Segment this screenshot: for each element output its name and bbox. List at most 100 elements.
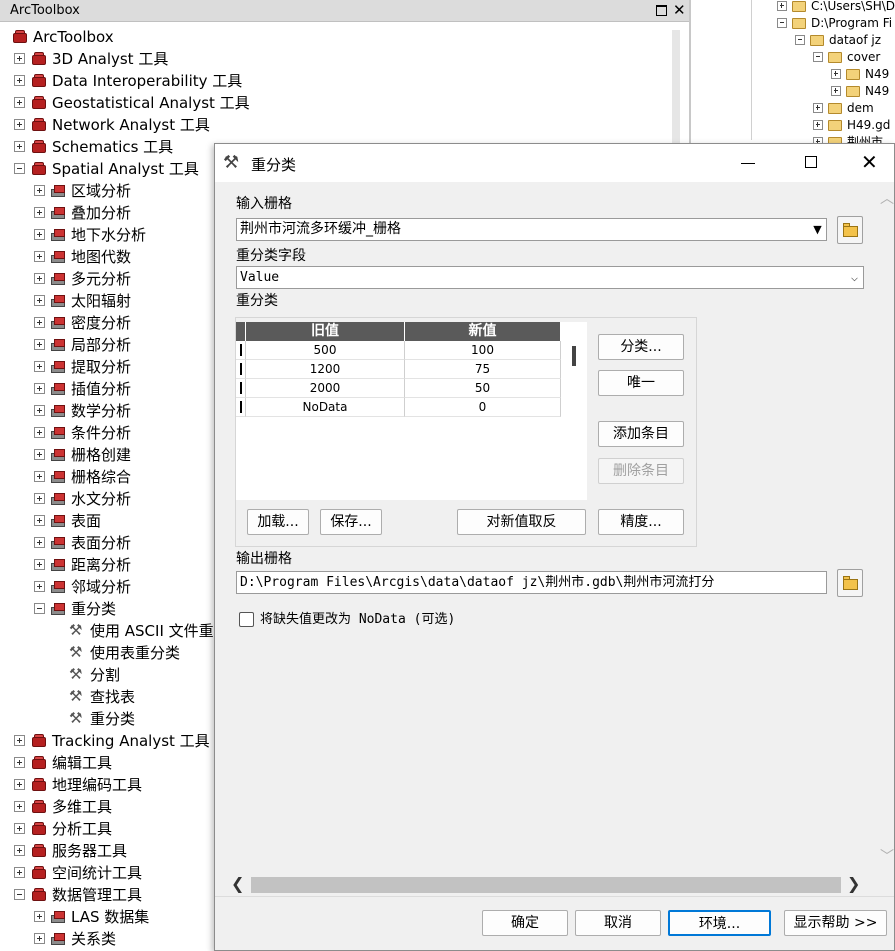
expand-plus-icon[interactable]: [777, 1, 787, 11]
old-value-cell[interactable]: NoData: [246, 398, 405, 417]
expand-plus-icon[interactable]: [34, 449, 45, 460]
catalog-splitter[interactable]: [751, 0, 752, 140]
collapse-minus-icon[interactable]: [795, 35, 805, 45]
minimize-icon[interactable]: [741, 163, 755, 164]
reverse-new-values-button[interactable]: 对新值取反: [457, 509, 586, 535]
scroll-right-icon[interactable]: ❯: [847, 874, 860, 893]
table-scroll-thumb[interactable]: [572, 346, 576, 366]
expand-plus-icon[interactable]: [14, 779, 25, 790]
expand-plus-icon[interactable]: [14, 97, 25, 108]
dropdown-arrow-icon[interactable]: ▼: [809, 219, 826, 240]
close-icon[interactable]: ✕: [673, 1, 686, 19]
expand-plus-icon[interactable]: [14, 119, 25, 130]
load-button[interactable]: 加载...: [247, 509, 309, 535]
toolbox-item[interactable]: Data Interoperability 工具: [0, 70, 689, 92]
row-selector[interactable]: [236, 398, 246, 417]
row-selector[interactable]: [236, 341, 246, 360]
header-new-value[interactable]: 新值: [405, 322, 561, 341]
expand-plus-icon[interactable]: [14, 823, 25, 834]
table-scrollbar[interactable]: [562, 322, 587, 500]
collapse-minus-icon[interactable]: [777, 18, 787, 28]
expand-plus-icon[interactable]: [14, 141, 25, 152]
old-value-cell[interactable]: 1200: [246, 360, 405, 379]
expand-plus-icon[interactable]: [34, 493, 45, 504]
expand-plus-icon[interactable]: [831, 86, 841, 96]
horizontal-scroll-thumb[interactable]: [251, 877, 841, 893]
expand-plus-icon[interactable]: [34, 515, 45, 526]
toolbox-item[interactable]: 3D Analyst 工具: [0, 48, 689, 70]
expand-plus-icon[interactable]: [34, 933, 45, 944]
expand-plus-icon[interactable]: [34, 207, 45, 218]
row-selector[interactable]: [236, 379, 246, 398]
expand-plus-icon[interactable]: [14, 75, 25, 86]
expand-plus-icon[interactable]: [34, 361, 45, 372]
output-raster-input[interactable]: D:\Program Files\Arcgis\data\dataof jz\荆…: [236, 571, 827, 594]
expand-plus-icon[interactable]: [14, 867, 25, 878]
expand-plus-icon[interactable]: [34, 251, 45, 262]
expand-plus-icon[interactable]: [34, 427, 45, 438]
toolbox-item[interactable]: Network Analyst 工具: [0, 114, 689, 136]
reclass-field-select[interactable]: Value ⌵: [236, 266, 864, 289]
toolbox-item[interactable]: Geostatistical Analyst 工具: [0, 92, 689, 114]
expand-plus-icon[interactable]: [831, 69, 841, 79]
scroll-down-icon[interactable]: ﹀: [880, 846, 894, 866]
precision-button[interactable]: 精度...: [598, 509, 684, 535]
expand-plus-icon[interactable]: [14, 845, 25, 856]
save-button[interactable]: 保存...: [320, 509, 382, 535]
show-help-button[interactable]: 显示帮助 >>: [784, 910, 887, 936]
float-window-icon[interactable]: [656, 5, 667, 16]
dialog-titlebar[interactable]: ⚒ 重分类 ✕: [215, 144, 894, 182]
new-value-cell[interactable]: 100: [405, 341, 561, 360]
toolbox-item[interactable]: ArcToolbox: [0, 26, 689, 48]
nodata-checkbox-label[interactable]: 将缺失值更改为 NoData (可选): [260, 611, 455, 629]
chevron-down-icon[interactable]: ⌵: [846, 267, 863, 288]
header-old-value[interactable]: 旧值: [246, 322, 405, 341]
add-entry-button[interactable]: 添加条目: [598, 421, 684, 447]
expand-plus-icon[interactable]: [34, 295, 45, 306]
nodata-checkbox[interactable]: [239, 612, 254, 627]
dialog-vertical-scrollbar[interactable]: ︿ ﹀: [880, 182, 894, 872]
close-icon[interactable]: ✕: [861, 150, 878, 174]
input-raster-browse-button[interactable]: [837, 216, 863, 244]
old-value-cell[interactable]: 500: [246, 341, 405, 360]
expand-plus-icon[interactable]: [34, 537, 45, 548]
collapse-minus-icon[interactable]: [813, 52, 823, 62]
expand-plus-icon[interactable]: [813, 103, 823, 113]
maximize-icon[interactable]: [805, 156, 817, 168]
cancel-button[interactable]: 取消: [575, 910, 661, 936]
ok-button[interactable]: 确定: [482, 910, 568, 936]
expand-plus-icon[interactable]: [34, 581, 45, 592]
new-value-cell[interactable]: 0: [405, 398, 561, 417]
expand-plus-icon[interactable]: [34, 911, 45, 922]
new-value-cell[interactable]: 75: [405, 360, 561, 379]
row-selector[interactable]: [236, 360, 246, 379]
dialog-horizontal-scrollbar[interactable]: ❮ ❯: [215, 872, 894, 896]
expand-plus-icon[interactable]: [34, 339, 45, 350]
expand-plus-icon[interactable]: [34, 229, 45, 240]
expand-plus-icon[interactable]: [14, 757, 25, 768]
input-raster-combo[interactable]: 荆州市河流多环缓冲_栅格 ▼: [236, 218, 827, 241]
environments-button[interactable]: 环境...: [668, 910, 771, 936]
classify-button[interactable]: 分类...: [598, 334, 684, 360]
unique-button[interactable]: 唯一: [598, 370, 684, 396]
old-value-cell[interactable]: 2000: [246, 379, 405, 398]
expand-plus-icon[interactable]: [34, 405, 45, 416]
expand-plus-icon[interactable]: [34, 185, 45, 196]
expand-plus-icon[interactable]: [34, 559, 45, 570]
expand-plus-icon[interactable]: [34, 383, 45, 394]
collapse-minus-icon[interactable]: [14, 163, 25, 174]
collapse-minus-icon[interactable]: [34, 603, 45, 614]
collapse-minus-icon[interactable]: [14, 889, 25, 900]
delete-entry-button[interactable]: 删除条目: [598, 458, 684, 484]
expand-plus-icon[interactable]: [14, 735, 25, 746]
scroll-left-icon[interactable]: ❮: [231, 874, 244, 893]
output-raster-browse-button[interactable]: [837, 569, 863, 597]
expand-plus-icon[interactable]: [14, 801, 25, 812]
expand-plus-icon[interactable]: [34, 317, 45, 328]
new-value-cell[interactable]: 50: [405, 379, 561, 398]
expand-plus-icon[interactable]: [14, 53, 25, 64]
expand-plus-icon[interactable]: [34, 471, 45, 482]
expand-plus-icon[interactable]: [813, 120, 823, 130]
expand-plus-icon[interactable]: [34, 273, 45, 284]
scroll-up-icon[interactable]: ︿: [880, 188, 894, 208]
